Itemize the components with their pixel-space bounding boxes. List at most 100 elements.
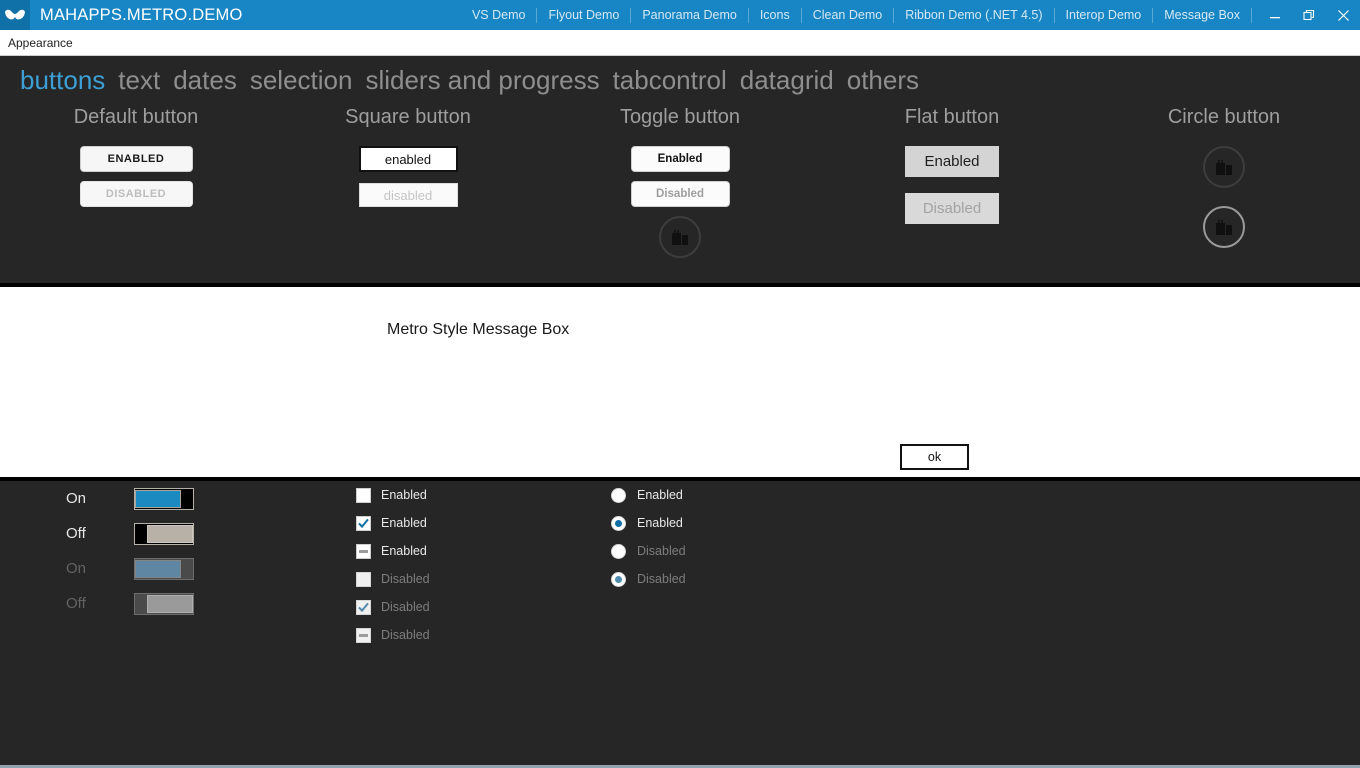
flat-button-disabled: Disabled [905,193,999,224]
group-title-flat-button: Flat button [904,106,1000,128]
minimize-button[interactable] [1258,0,1292,30]
circle-button-disabled [1203,206,1245,248]
checkbox-indeterminate-enabled[interactable] [356,543,371,559]
radio-row: Disabled [611,537,686,565]
tab-text[interactable]: text [118,56,160,104]
tab-others[interactable]: others [847,56,919,104]
title-bar: MAHAPPS.METRO.DEMO VS Demo Flyout Demo P… [0,0,1360,30]
group-title-circle-button: Circle button [1167,106,1281,128]
tab-selection[interactable]: selection [250,56,353,104]
radio-selected-enabled[interactable] [611,515,626,531]
toggle-button-enabled[interactable]: Enabled [630,146,730,172]
square-button-group: Square button enabled disabled [308,104,508,218]
square-button-disabled: disabled [358,183,458,207]
toggle-switch-off-disabled [134,592,194,615]
radio-label: Enabled [637,488,683,502]
circle-button-enabled[interactable] [1203,146,1245,188]
switch-thumb [147,524,193,543]
window-controls [1258,0,1360,30]
radio-row: Enabled [611,481,686,509]
toggle-switch-on-enabled[interactable] [134,487,194,510]
radio-label: Disabled [637,544,686,558]
radio-label: Enabled [637,516,683,530]
checkbox-row: Disabled [356,593,430,621]
checkbox-checked-disabled [356,599,371,615]
title-menu-item-panorama-demo[interactable]: Panorama Demo [631,0,748,30]
checkbox-row: Disabled [356,621,430,649]
checkbox-label: Enabled [381,488,427,502]
restore-button[interactable] [1292,0,1326,30]
title-bar-menu: VS Demo Flyout Demo Panorama Demo Icons … [461,0,1360,30]
tab-sliders-and-progress[interactable]: sliders and progress [365,56,599,104]
radio-row: Disabled [611,565,686,593]
checkbox-indeterminate-disabled [356,627,371,643]
toggle-switch-row: On [66,551,194,586]
checkbox-unchecked-enabled[interactable] [356,487,371,503]
mustache-icon [0,0,30,30]
metro-message-box: Metro Style Message Box ok [0,287,1360,477]
toggle-button-group: Toggle button Enabled Disabled [580,104,780,276]
title-menu-item-clean-demo[interactable]: Clean Demo [802,0,893,30]
menu-item-appearance[interactable]: Appearance [0,31,81,55]
radio-unselected-enabled[interactable] [611,487,626,503]
dash-icon [359,549,368,553]
toggle-label: Off [66,595,86,612]
toggle-label: Off [66,525,86,542]
messagebox-ok-button[interactable]: ok [900,444,969,470]
tab-datagrid[interactable]: datagrid [740,56,834,104]
checkbox-checked-enabled[interactable] [356,515,371,531]
mahapps-metro-demo-window: MAHAPPS.METRO.DEMO VS Demo Flyout Demo P… [0,0,1360,768]
checkbox-label: Enabled [381,544,427,558]
title-menu-item-flyout-demo[interactable]: Flyout Demo [537,0,630,30]
checkbox-row: Disabled [356,565,430,593]
title-menu-item-icons[interactable]: Icons [749,0,801,30]
default-button-enabled[interactable]: ENABLED [79,146,193,172]
checkbox-label: Enabled [381,516,427,530]
title-menu-item-ribbon-demo[interactable]: Ribbon Demo (.NET 4.5) [894,0,1053,30]
toggle-switch-off-enabled[interactable] [134,522,194,545]
menu-bar: Appearance [0,30,1360,56]
toggle-switch-row: On [66,481,194,516]
radio-row: Enabled [611,509,686,537]
tab-dates[interactable]: dates [173,56,237,104]
tab-buttons[interactable]: buttons [20,56,105,104]
checkbox-row: Enabled [356,481,430,509]
flat-button-enabled[interactable]: Enabled [905,146,999,177]
title-menu-item-interop-demo[interactable]: Interop Demo [1055,0,1153,30]
checkbox-unchecked-disabled [356,571,371,587]
toggle-circle-button[interactable] [659,216,701,258]
radio-dot-icon [615,575,622,583]
group-title-default-button: Default button [73,106,199,128]
checkbox-list: Enabled Enabled Enabled Disabled Disable… [356,481,430,649]
radio-selected-disabled [611,571,626,587]
toggle-label: On [66,490,87,507]
app-title: MAHAPPS.METRO.DEMO [40,5,243,24]
switch-thumb [147,594,193,613]
square-button-enabled[interactable]: enabled [358,146,458,172]
title-menu-item-vs-demo[interactable]: VS Demo [461,0,537,30]
group-title-toggle-button: Toggle button [619,106,741,128]
default-button-group: Default button ENABLED DISABLED [36,104,236,216]
nav-tabs: buttons text dates selection sliders and… [0,56,1360,104]
toggle-label: On [66,560,87,577]
radio-button-list: Enabled Enabled Disabled Disabled [611,481,686,593]
title-menu-item-message-box[interactable]: Message Box [1153,0,1251,30]
default-button-disabled: DISABLED [79,181,193,207]
buttons-showcase: Default button ENABLED DISABLED Square b… [0,104,1360,284]
toggle-switch-on-disabled [134,557,194,580]
checkbox-row: Enabled [356,537,430,565]
tab-tabcontrol[interactable]: tabcontrol [613,56,727,104]
radio-dot-icon [615,519,622,527]
toggle-switch-row: Off [66,586,194,621]
close-button[interactable] [1326,0,1360,30]
checkbox-label: Disabled [381,572,430,586]
switch-thumb [135,559,181,578]
messagebox-message: Metro Style Message Box [387,321,570,338]
selection-controls: On Off On Off Enabled Enabled Enabled Di… [0,481,1360,761]
switch-thumb [135,489,181,508]
dash-icon [359,633,368,637]
checkbox-row: Enabled [356,509,430,537]
check-icon [358,602,369,613]
circle-button-group: Circle button [1124,104,1324,266]
checkbox-label: Disabled [381,600,430,614]
